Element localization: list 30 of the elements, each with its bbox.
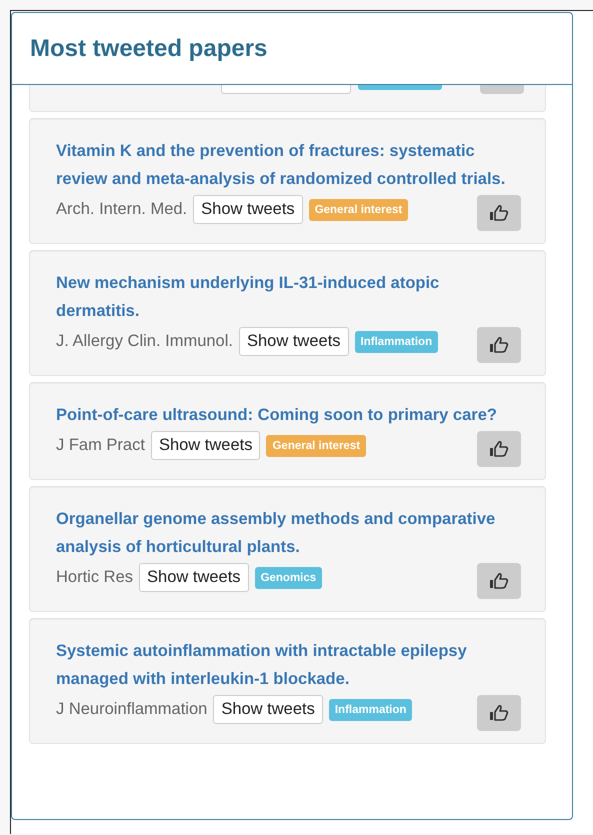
like-button[interactable] [477, 195, 521, 231]
category-tag: Inflammation [328, 698, 412, 720]
thumbs-up-icon [489, 704, 509, 722]
show-tweets-button[interactable]: Show tweets [139, 563, 249, 592]
show-tweets-button[interactable]: Show tweets [238, 327, 349, 356]
thumbs-up-icon [489, 336, 509, 354]
show-tweets-button[interactable]: Show tweets [150, 431, 260, 460]
paper-title-link[interactable]: Organellar genome assembly methods and comparative analysis of horticultural plants. [56, 505, 521, 561]
thumbs-up-icon [489, 204, 509, 222]
like-button[interactable] [477, 563, 521, 599]
paper-title-link[interactable]: New mechanism underlying IL-31-induced atopic dermatitis. [56, 269, 521, 325]
journal-name: Hortic Res [56, 568, 134, 587]
like-button[interactable] [477, 327, 521, 363]
paper-title-link[interactable]: Vitamin K and the prevention of fractures: systematic review and meta-analysis of randomized controlled trials. [56, 137, 521, 193]
paper-title-link[interactable]: Point-of-care ultrasound: Coming soon to primary care? [56, 401, 521, 429]
like-button[interactable] [477, 431, 521, 467]
category-tag: Genomics [254, 566, 322, 588]
category-tag: General interest [308, 198, 408, 220]
show-tweets-button[interactable]: Show tweets [193, 195, 303, 224]
journal-name: J. Allergy Clin. Immunol. [56, 332, 233, 351]
journal-name: J Neuroinflammation [56, 700, 208, 719]
category-tag: General interest [266, 434, 366, 456]
journal-name: J Fam Pract [56, 436, 145, 455]
like-button[interactable] [477, 695, 521, 731]
thumbs-up-icon [489, 440, 509, 458]
paper-title-link[interactable]: Systemic autoinflammation with intractable epilepsy managed with interleukin-1 blockade. [56, 637, 521, 693]
show-tweets-button[interactable]: Show tweets [213, 695, 323, 724]
journal-name: Arch. Intern. Med. [56, 200, 188, 219]
category-tag: Inflammation [354, 330, 438, 352]
thumbs-up-icon [489, 572, 509, 590]
